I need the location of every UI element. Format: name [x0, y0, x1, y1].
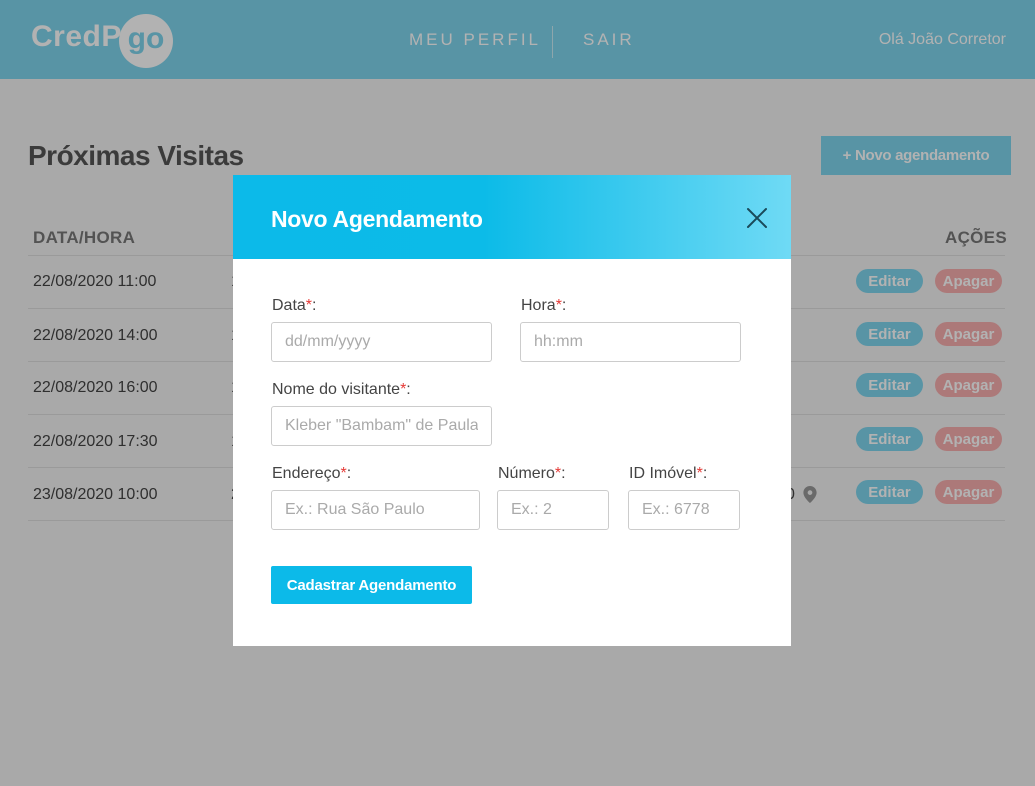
label-suffix: : — [561, 297, 567, 314]
label-suffix: : — [346, 465, 352, 482]
time-input[interactable] — [520, 322, 741, 362]
time-label-text: Hora — [521, 297, 556, 314]
date-label: Data*: — [272, 297, 316, 315]
date-label-text: Data — [272, 297, 306, 314]
property-id-label-text: ID Imóvel — [629, 465, 697, 482]
label-suffix: : — [561, 465, 566, 482]
label-suffix: : — [702, 465, 708, 482]
address-label: Endereço*: — [272, 465, 351, 483]
time-label: Hora*: — [521, 297, 566, 315]
property-id-input[interactable] — [628, 490, 740, 530]
close-icon[interactable] — [746, 207, 768, 229]
visitor-label: Nome do visitante*: — [272, 381, 411, 399]
number-input[interactable] — [497, 490, 609, 530]
address-input[interactable] — [271, 490, 480, 530]
number-label: Número*: — [498, 465, 566, 483]
visitor-name-input[interactable] — [271, 406, 492, 446]
date-input[interactable] — [271, 322, 492, 362]
modal-header: Novo Agendamento — [233, 175, 791, 259]
address-label-text: Endereço — [272, 465, 341, 482]
number-label-text: Número — [498, 465, 555, 482]
label-suffix: : — [312, 297, 317, 314]
modal-title: Novo Agendamento — [271, 206, 483, 232]
label-suffix: : — [406, 381, 411, 398]
visitor-label-text: Nome do visitante — [272, 381, 401, 398]
new-appointment-modal: Novo Agendamento Data*: Hora*: Nome do v… — [233, 175, 791, 646]
submit-appointment-button[interactable]: Cadastrar Agendamento — [271, 566, 472, 604]
property-id-label: ID Imóvel*: — [629, 465, 707, 483]
